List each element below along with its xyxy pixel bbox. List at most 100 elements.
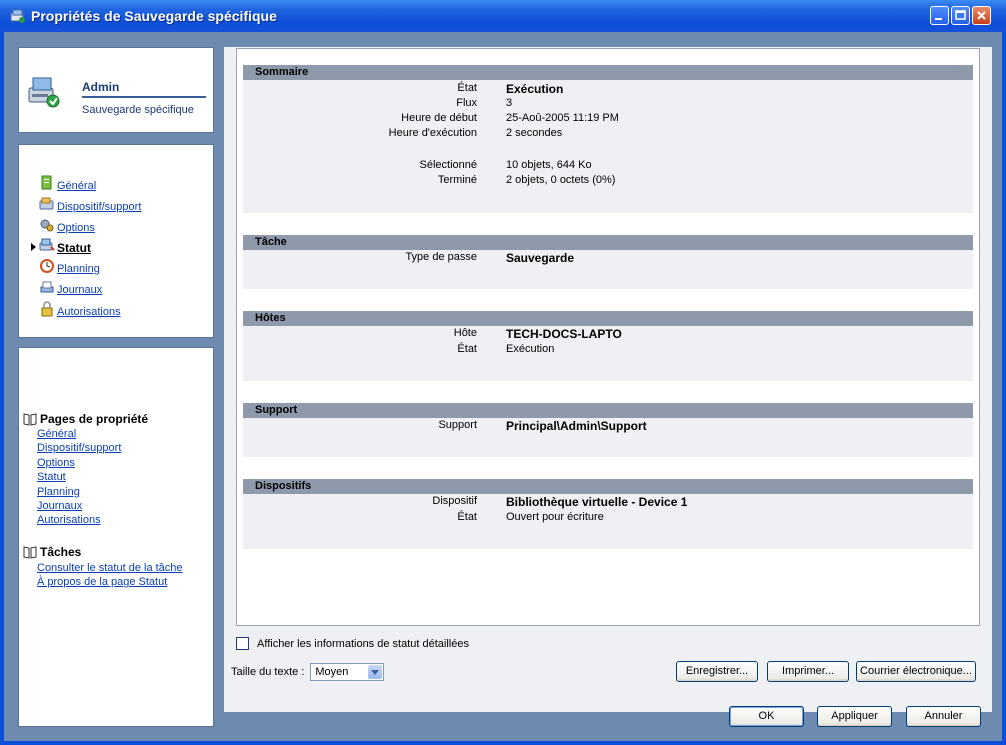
summary-header: Sommaire xyxy=(243,65,973,80)
link-general[interactable]: Général xyxy=(37,428,76,440)
header-divider xyxy=(82,96,206,98)
status-icon xyxy=(39,238,55,251)
task-section: Tâche Type de passe Sauvegarde xyxy=(243,235,973,289)
nav-label-options: Options xyxy=(57,222,95,234)
task-header: Tâche xyxy=(243,235,973,250)
hosts-header: Hôtes xyxy=(243,311,973,326)
device-icon xyxy=(39,197,54,210)
clock-icon xyxy=(40,259,54,273)
row-value: Principal\Admin\Support xyxy=(506,419,647,433)
task-row-pass-type: Type de passe Sauvegarde xyxy=(243,251,973,265)
nav-item-general[interactable]: Général xyxy=(39,175,96,193)
print-button[interactable]: Imprimer... xyxy=(767,661,849,682)
row-label: État xyxy=(457,82,477,94)
link-about-status-page[interactable]: À propos de la page Statut xyxy=(37,576,167,588)
text-size-label: Taille du texte : xyxy=(231,666,305,678)
media-header: Support xyxy=(243,403,973,418)
row-label: Heure d'exécution xyxy=(388,127,477,139)
devices-row-state: État Ouvert pour écriture xyxy=(243,511,973,525)
row-value: Ouvert pour écriture xyxy=(506,511,604,523)
row-label: Support xyxy=(438,419,477,431)
text-size-value: Moyen xyxy=(315,666,349,678)
row-label: Heure de début xyxy=(401,112,477,124)
link-authorizations[interactable]: Autorisations xyxy=(37,514,101,526)
window-title: Propriétés de Sauvegarde spécifique xyxy=(31,8,277,24)
close-button[interactable] xyxy=(972,6,991,25)
summary-row-completed: Terminé 2 objets, 0 octets (0%) xyxy=(243,174,973,188)
chevron-down-icon[interactable] xyxy=(368,665,383,679)
property-nav-panel: Général Dispositif/support Options Statu… xyxy=(18,144,214,338)
row-label: État xyxy=(457,511,477,523)
row-value: Exécution xyxy=(506,82,564,96)
row-label: Flux xyxy=(456,97,477,109)
row-value: 10 objets, 644 Ko xyxy=(506,159,592,171)
job-header-panel: Admin Sauvegarde spécifique xyxy=(18,47,214,133)
nav-label-status: Statut xyxy=(57,241,91,255)
nav-item-logs[interactable]: Journaux xyxy=(39,279,102,297)
nav-label-authorizations: Autorisations xyxy=(57,306,121,318)
apply-button[interactable]: Appliquer xyxy=(817,706,892,727)
page-icon xyxy=(41,175,52,190)
row-value: TECH-DOCS-LAPTO xyxy=(506,327,622,341)
detail-status-label: Afficher les informations de statut déta… xyxy=(257,637,469,650)
row-value: Bibliothèque virtuelle - Device 1 xyxy=(506,495,688,509)
minimize-button[interactable] xyxy=(930,6,949,25)
summary-section: Sommaire État Exécution Flux 3 Heure de … xyxy=(243,65,973,213)
summary-row-selected: Sélectionné 10 objets, 644 Ko xyxy=(243,159,973,173)
nav-label-logs: Journaux xyxy=(57,284,103,296)
sidebar-links-panel: Pages de propriété Général Dispositif/su… xyxy=(18,347,214,727)
summary-row-start-time: Heure de début 25-Aoû-2005 11:19 PM xyxy=(243,112,973,126)
detail-status-checkbox[interactable] xyxy=(236,637,249,650)
close-icon xyxy=(977,11,986,20)
save-button[interactable]: Enregistrer... xyxy=(676,661,758,682)
summary-row-run-time: Heure d'exécution 2 secondes xyxy=(243,127,973,141)
row-label: Type de passe xyxy=(405,251,477,263)
nav-item-options[interactable]: Options xyxy=(39,217,95,235)
cancel-button[interactable]: Annuler xyxy=(906,706,981,727)
minimize-icon xyxy=(935,18,942,20)
tasks-title: Tâches xyxy=(40,545,82,559)
devices-section: Dispositifs Dispositif Bibliothèque virt… xyxy=(243,479,973,549)
maximize-button[interactable] xyxy=(951,6,970,25)
row-label: État xyxy=(457,343,477,355)
backup-app-icon xyxy=(10,9,25,23)
lock-icon xyxy=(41,301,53,317)
link-view-task-status[interactable]: Consulter le statut de la tâche xyxy=(37,562,183,574)
hosts-row-host: Hôte TECH-DOCS-LAPTO xyxy=(243,327,973,341)
property-pages-heading: Pages de propriété xyxy=(23,412,148,426)
nav-label-general: Général xyxy=(57,180,97,192)
ok-button[interactable]: OK xyxy=(729,706,804,727)
devices-row-device: Dispositif Bibliothèque virtuelle - Devi… xyxy=(243,495,973,509)
row-label: Dispositif xyxy=(432,495,477,507)
devices-header: Dispositifs xyxy=(243,479,973,494)
nav-item-status[interactable]: Statut xyxy=(39,237,91,255)
backup-job-icon xyxy=(28,77,60,108)
nav-item-authorizations[interactable]: Autorisations xyxy=(39,301,121,319)
book-icon xyxy=(23,413,37,426)
link-status[interactable]: Statut xyxy=(37,471,66,483)
maximize-icon xyxy=(955,10,966,20)
row-label: Terminé xyxy=(437,174,477,186)
text-size-select[interactable]: Moyen xyxy=(310,663,385,681)
link-logs[interactable]: Journaux xyxy=(37,500,82,512)
row-value: Sauvegarde xyxy=(506,251,575,265)
hosts-section: Hôtes Hôte TECH-DOCS-LAPTO État Exécutio… xyxy=(243,311,973,381)
book-icon xyxy=(23,546,37,559)
detail-status-option[interactable]: Afficher les informations de statut déta… xyxy=(236,637,469,650)
media-section: Support Support Principal\Admin\Support xyxy=(243,403,973,457)
nav-item-device-media[interactable]: Dispositif/support xyxy=(39,196,141,214)
nav-label-planning: Planning xyxy=(57,263,100,275)
row-value: Exécution xyxy=(506,343,555,355)
properties-window: Propriétés de Sauvegarde spécifique Admi… xyxy=(0,0,1006,745)
link-planning[interactable]: Planning xyxy=(37,486,80,498)
summary-row-streams: Flux 3 xyxy=(243,97,973,111)
row-value: 2 objets, 0 octets (0%) xyxy=(506,174,616,186)
status-content-pane[interactable]: Sommaire État Exécution Flux 3 Heure de … xyxy=(236,48,980,626)
link-options[interactable]: Options xyxy=(37,457,75,469)
nav-item-planning[interactable]: Planning xyxy=(39,258,100,276)
link-device-media[interactable]: Dispositif/support xyxy=(37,442,121,454)
text-size-row: Taille du texte : Moyen xyxy=(231,663,385,681)
active-arrow-icon xyxy=(31,243,36,251)
title-bar[interactable]: Propriétés de Sauvegarde spécifique xyxy=(0,0,1006,32)
email-button[interactable]: Courrier électronique... xyxy=(856,661,976,682)
